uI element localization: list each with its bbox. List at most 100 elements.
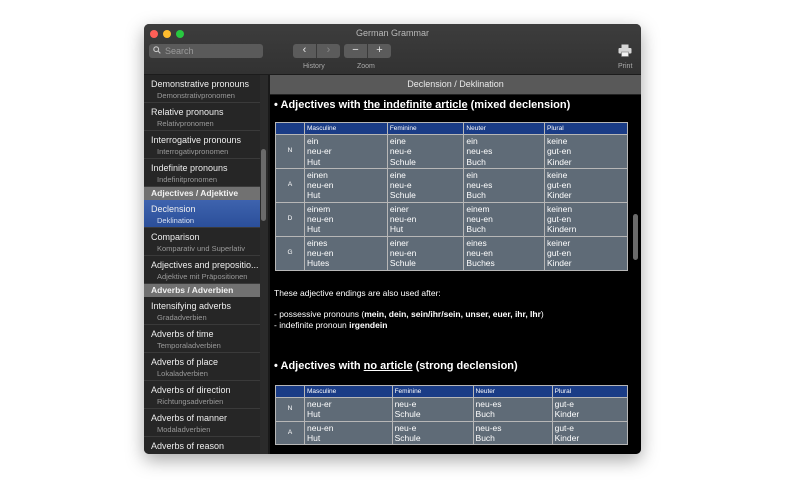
- sidebar-scrollbar[interactable]: [261, 149, 266, 221]
- table-cell: einer neu-en Schule: [387, 236, 464, 270]
- sidebar-item[interactable]: Adverbs of place Lokaladverbien: [144, 353, 260, 381]
- table-row: Geines neu-en Hutes einer neu-en Schule eines n…: [276, 236, 627, 270]
- sidebar-item-title: Adjectives and prepositio...: [151, 260, 259, 270]
- sidebar-item-subtitle: Lokaladverbien: [157, 369, 208, 378]
- table-cell: neu-e Schule: [392, 421, 473, 445]
- cell-line: gut-en: [547, 214, 572, 225]
- column-header: Neuter: [473, 386, 552, 397]
- sidebar-item[interactable]: Declension Deklination: [144, 200, 260, 228]
- sidebar-item[interactable]: Adverbs of manner Modaladverbien: [144, 409, 260, 437]
- content-view: • Adjectives with the indefinite article…: [270, 95, 641, 454]
- sidebar-item[interactable]: Demonstrative pronouns Demonstrativpronom…: [144, 75, 260, 103]
- sidebar-item-subtitle: Indefinitpronomen: [157, 175, 218, 184]
- cell-line: keine: [547, 169, 568, 180]
- back-button[interactable]: ‹: [293, 44, 316, 58]
- cell-line: einem: [466, 203, 490, 214]
- table-row: Aeinen neu-en Hut eine neu-e Schule ein neu-es B…: [276, 168, 627, 202]
- table-cell: ein neu-er Hut: [305, 135, 387, 168]
- cell-line: Buch: [475, 432, 495, 443]
- cell-line: Buch: [466, 224, 486, 235]
- cell-line: Kinder: [547, 258, 572, 269]
- table-cell: einen neu-en Hut: [305, 168, 387, 202]
- cell-line: Hut: [307, 409, 321, 420]
- case-label: D: [276, 202, 304, 236]
- cell-line: neu-e: [389, 180, 412, 191]
- sidebar-item[interactable]: Adverbs of reason: [144, 437, 260, 454]
- case-label: N: [276, 135, 304, 168]
- sidebar-item[interactable]: Indefinite pronouns Indefinitpronomen: [144, 159, 260, 187]
- cell-line: eines: [307, 237, 328, 248]
- cell-line: eine: [389, 169, 406, 180]
- column-header: Neuter: [464, 123, 545, 134]
- sidebar-item[interactable]: Adjectives and prepositio... Adjektive mi…: [144, 256, 260, 284]
- cell-line: gut-en: [547, 247, 572, 258]
- cell-line: Hutes: [307, 258, 330, 269]
- case-label: N: [276, 398, 304, 421]
- sidebar-section-header: Adverbs / Adverbien: [144, 284, 260, 297]
- column-header: Feminine: [392, 386, 473, 397]
- table-cell: keine gut-en Kinder: [545, 168, 627, 202]
- table-cell: gut-e Kinder: [552, 398, 627, 421]
- cell-line: Buch: [475, 409, 495, 420]
- cell-line: ein: [466, 136, 478, 146]
- cell-line: gut-en: [547, 180, 572, 191]
- sidebar-item-subtitle: Komparativ und Superlativ: [157, 244, 245, 253]
- cell-line: gut-en: [547, 146, 572, 157]
- sidebar-item[interactable]: Interrogative pronouns Interrogativpronom…: [144, 131, 260, 159]
- search-field[interactable]: [149, 44, 263, 58]
- cell-line: neu-es: [466, 146, 493, 157]
- table-cell: neu-es Buch: [473, 398, 552, 421]
- declension-table-mixed: Masculine Feminine Neuter Plural Nein neu-er H…: [275, 122, 628, 271]
- cell-line: Hut: [389, 224, 404, 235]
- sidebar-item[interactable]: Intensifying adverbs Gradadverbien: [144, 297, 260, 325]
- indefinite-note: - indefinite pronoun irgendein: [274, 320, 388, 330]
- sidebar-item-title: Intensifying adverbs: [151, 301, 232, 311]
- cell-line: ein: [307, 136, 319, 146]
- column-header: Masculine: [305, 386, 392, 397]
- cell-line: Schule: [389, 190, 416, 201]
- cell-line: Kindern: [547, 224, 577, 235]
- column-header: Feminine: [387, 123, 464, 134]
- sidebar: Demonstrative pronouns Demonstrativpronom…: [144, 75, 260, 454]
- app-window: German Grammar ‹ › History − + Zoom Prin…: [144, 24, 641, 454]
- sidebar-item-subtitle: Modaladverbien: [157, 425, 211, 434]
- cell-line: einer: [389, 203, 409, 214]
- cell-line: Hut: [307, 224, 321, 235]
- table-corner: [276, 386, 304, 397]
- sidebar-item[interactable]: Adverbs of time Temporaladverbien: [144, 325, 260, 353]
- chevron-right-icon: ›: [326, 44, 331, 56]
- table-cell: neu-e Schule: [392, 398, 473, 421]
- sidebar-item-subtitle: Adjektive mit Präpositionen: [157, 272, 248, 281]
- sidebar-item[interactable]: Comparison Komparativ und Superlativ: [144, 228, 260, 256]
- content-scrollbar[interactable]: [633, 214, 638, 260]
- cell-line: eine: [389, 136, 406, 146]
- search-icon: [153, 46, 161, 56]
- sidebar-item-title: Demonstrative pronouns: [151, 79, 250, 89]
- column-header: Masculine: [305, 123, 387, 134]
- search-input[interactable]: [165, 44, 260, 58]
- cell-line: neu-en: [389, 214, 417, 225]
- sidebar-item[interactable]: Relative pronouns Relativpronomen: [144, 103, 260, 131]
- print-button[interactable]: [618, 44, 632, 57]
- cell-line: Hut: [307, 190, 321, 201]
- plus-icon: +: [376, 44, 383, 56]
- cell-line: neu-en: [307, 214, 334, 225]
- sidebar-item[interactable]: Adverbs of direction Richtungsadverbien: [144, 381, 260, 409]
- cell-line: Buches: [466, 258, 495, 269]
- case-label: A: [276, 168, 304, 202]
- table-cell: einem neu-en Hut: [305, 202, 387, 236]
- sidebar-item-subtitle: Deklination: [157, 216, 195, 225]
- section-title-mixed: • Adjectives with the indefinite article…: [274, 99, 571, 111]
- sidebar-item-subtitle: Demonstrativpronomen: [157, 91, 235, 100]
- zoom-out-button[interactable]: −: [344, 44, 367, 58]
- zoom-in-button[interactable]: +: [367, 44, 391, 58]
- forward-button[interactable]: ›: [316, 44, 340, 58]
- minus-icon: −: [352, 44, 359, 56]
- case-label: G: [276, 236, 304, 270]
- table-cell: keinen gut-en Kindern: [545, 202, 627, 236]
- cell-line: keinen: [547, 203, 573, 214]
- cell-line: neu-e: [389, 146, 412, 157]
- table-row: Deinem neu-en Hut einer neu-en Hut einem neu-en…: [276, 202, 627, 236]
- cell-line: gut-e: [554, 399, 574, 409]
- table-corner: [276, 123, 304, 134]
